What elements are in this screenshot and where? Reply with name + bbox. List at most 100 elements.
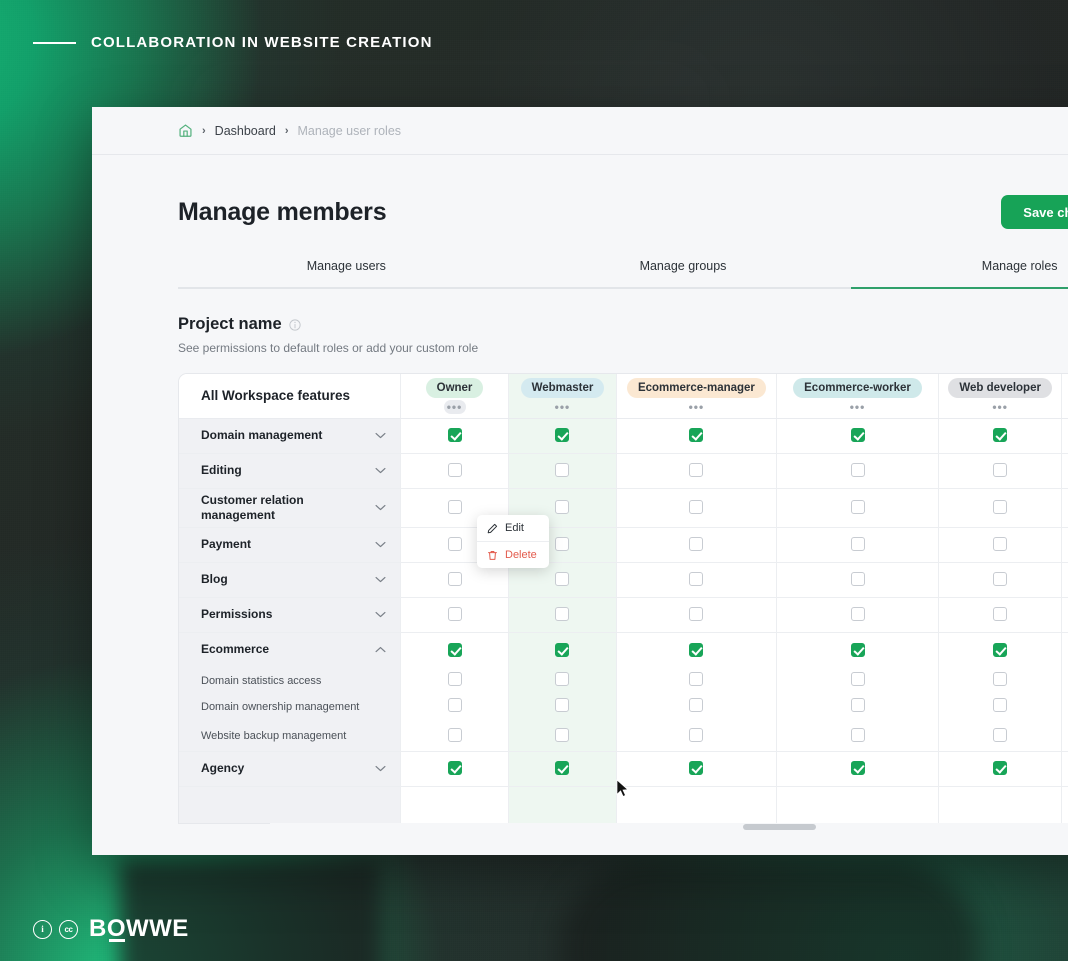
- info-circle-icon[interactable]: [289, 318, 301, 331]
- checkbox[interactable]: [993, 727, 1008, 742]
- horizontal-scrollbar-thumb[interactable]: [743, 824, 816, 830]
- permission-cell[interactable]: [937, 692, 1062, 719]
- permission-cell[interactable]: [1061, 527, 1068, 563]
- permission-cell[interactable]: [776, 667, 939, 692]
- checkbox[interactable]: [850, 642, 865, 657]
- feature-cell-payment[interactable]: Payment: [179, 527, 401, 563]
- permission-cell[interactable]: [776, 562, 939, 598]
- feature-cell-customer-relation-management[interactable]: Customer relation management: [179, 488, 401, 528]
- role-menu-button-ecommerce-manager[interactable]: •••: [685, 400, 707, 414]
- permission-cell[interactable]: [399, 667, 509, 692]
- checkbox[interactable]: [555, 572, 570, 587]
- checkbox[interactable]: [555, 642, 570, 657]
- permission-cell[interactable]: [937, 667, 1062, 692]
- permission-cell[interactable]: [615, 751, 777, 787]
- permission-cell[interactable]: [776, 453, 939, 489]
- checkbox[interactable]: [555, 500, 570, 515]
- save-changes-button[interactable]: Save changes: [1001, 195, 1068, 229]
- permission-cell[interactable]: [615, 562, 777, 598]
- feature-cell-agency[interactable]: Agency: [179, 751, 401, 787]
- permission-cell[interactable]: [937, 418, 1062, 454]
- checkbox[interactable]: [447, 572, 462, 587]
- checkbox[interactable]: [447, 672, 462, 687]
- checkbox[interactable]: [689, 761, 704, 776]
- breadcrumb-item-manage-user-roles[interactable]: Manage user roles: [298, 124, 402, 138]
- checkbox[interactable]: [447, 642, 462, 657]
- permission-cell[interactable]: [508, 751, 617, 787]
- feature-cell-editing[interactable]: Editing: [179, 453, 401, 489]
- permission-cell[interactable]: [615, 692, 777, 719]
- permission-cell[interactable]: [776, 418, 939, 454]
- checkbox[interactable]: [689, 463, 704, 478]
- feature-cell-blog[interactable]: Blog: [179, 562, 401, 598]
- checkbox[interactable]: [850, 428, 865, 443]
- permission-cell[interactable]: [508, 453, 617, 489]
- checkbox[interactable]: [555, 761, 570, 776]
- permission-cell[interactable]: [508, 667, 617, 692]
- permission-cell[interactable]: [1061, 453, 1068, 489]
- checkbox[interactable]: [689, 672, 704, 687]
- checkbox[interactable]: [447, 428, 462, 443]
- checkbox[interactable]: [850, 727, 865, 742]
- checkbox[interactable]: [993, 500, 1008, 515]
- checkbox[interactable]: [555, 463, 570, 478]
- permission-cell[interactable]: [615, 453, 777, 489]
- checkbox[interactable]: [850, 572, 865, 587]
- permission-cell[interactable]: [937, 597, 1062, 633]
- permission-cell[interactable]: [776, 597, 939, 633]
- checkbox[interactable]: [850, 500, 865, 515]
- permission-cell[interactable]: [937, 562, 1062, 598]
- permission-cell[interactable]: [399, 597, 509, 633]
- chevron-down-icon[interactable]: [375, 541, 386, 548]
- permission-cell[interactable]: [776, 692, 939, 719]
- checkbox[interactable]: [689, 500, 704, 515]
- chevron-down-icon[interactable]: [375, 432, 386, 439]
- checkbox[interactable]: [555, 672, 570, 687]
- permission-cell[interactable]: [937, 751, 1062, 787]
- permission-cell[interactable]: [1061, 719, 1068, 752]
- permission-cell[interactable]: [1061, 632, 1068, 667]
- permission-cell[interactable]: [615, 418, 777, 454]
- permission-cell[interactable]: [508, 418, 617, 454]
- permission-cell[interactable]: [399, 692, 509, 719]
- checkbox[interactable]: [850, 537, 865, 552]
- permission-cell[interactable]: [615, 719, 777, 752]
- checkbox[interactable]: [850, 607, 865, 622]
- permission-cell[interactable]: [1061, 418, 1068, 454]
- checkbox[interactable]: [993, 761, 1008, 776]
- permission-cell[interactable]: [776, 488, 939, 528]
- permission-cell[interactable]: [508, 719, 617, 752]
- chevron-down-icon[interactable]: [375, 765, 386, 772]
- checkbox[interactable]: [447, 537, 462, 552]
- checkbox[interactable]: [447, 761, 462, 776]
- permission-cell[interactable]: [937, 453, 1062, 489]
- permission-cell[interactable]: [508, 692, 617, 719]
- role-menu-button-web-developer[interactable]: •••: [989, 400, 1011, 414]
- chevron-down-icon[interactable]: [375, 611, 386, 618]
- checkbox[interactable]: [689, 607, 704, 622]
- horizontal-scrollbar-track[interactable]: [270, 823, 1068, 831]
- chevron-down-icon[interactable]: [375, 576, 386, 583]
- chevron-down-icon[interactable]: [375, 467, 386, 474]
- checkbox[interactable]: [555, 607, 570, 622]
- role-menu-button-owner[interactable]: •••: [443, 399, 466, 414]
- checkbox[interactable]: [447, 607, 462, 622]
- role-menu-button-webmaster[interactable]: •••: [551, 400, 573, 414]
- chevron-up-icon[interactable]: [375, 646, 386, 653]
- checkbox[interactable]: [555, 698, 570, 713]
- checkbox[interactable]: [689, 428, 704, 443]
- permission-cell[interactable]: [776, 632, 939, 667]
- checkbox[interactable]: [689, 727, 704, 742]
- permission-cell[interactable]: [1061, 597, 1068, 633]
- permission-cell[interactable]: [1061, 751, 1068, 787]
- permission-cell[interactable]: [776, 751, 939, 787]
- permission-cell[interactable]: [615, 597, 777, 633]
- permission-cell[interactable]: [399, 751, 509, 787]
- checkbox[interactable]: [993, 537, 1008, 552]
- checkbox[interactable]: [689, 698, 704, 713]
- context-menu-item-edit[interactable]: Edit: [477, 515, 549, 541]
- feature-cell-permissions[interactable]: Permissions: [179, 597, 401, 633]
- permission-cell[interactable]: [937, 632, 1062, 667]
- tab-manage-groups[interactable]: Manage groups: [515, 259, 852, 287]
- feature-cell-ecommerce[interactable]: Ecommerce: [179, 632, 401, 667]
